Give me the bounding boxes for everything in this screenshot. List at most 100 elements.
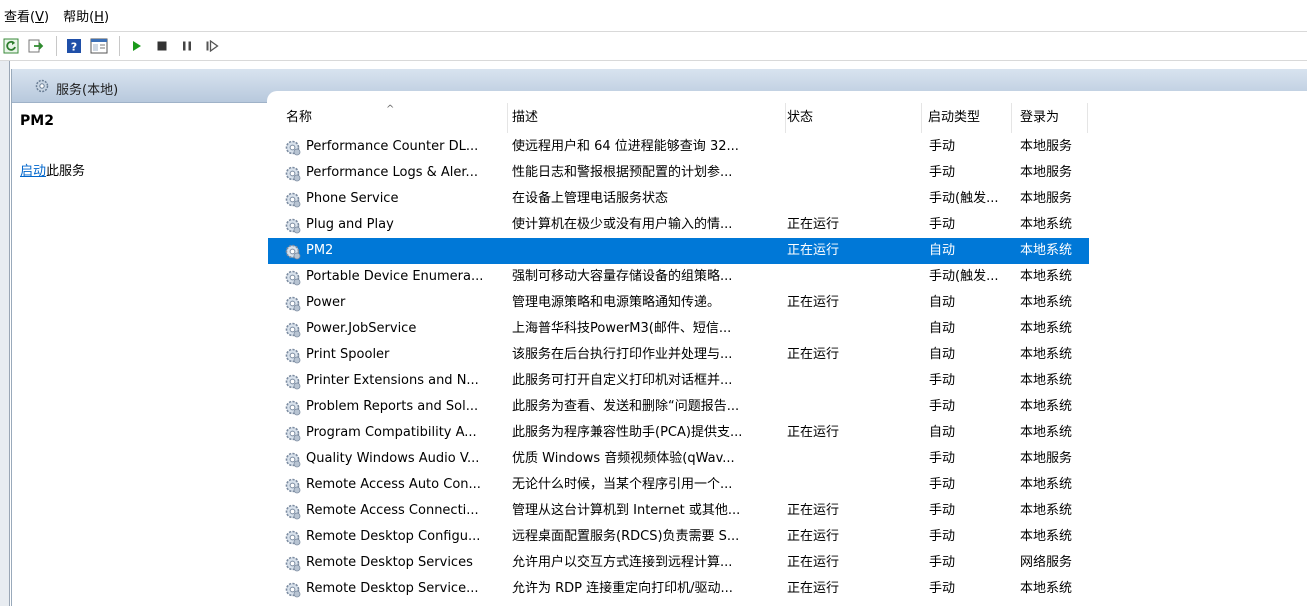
service-startup-type-cell: 自动 bbox=[929, 347, 956, 362]
service-startup-type-cell: 手动(触发... bbox=[929, 269, 999, 284]
service-row[interactable]: Problem Reports and Sol... 此服务为查看、发送和删除“问… bbox=[268, 394, 1089, 420]
service-startup-type-cell: 自动 bbox=[929, 425, 956, 440]
column-header-logon-as[interactable]: 登录为 bbox=[1012, 103, 1088, 133]
service-startup-type-cell: 手动 bbox=[929, 451, 956, 466]
service-name-cell: Performance Logs & Aler... bbox=[306, 165, 478, 180]
service-startup-type-cell: 手动 bbox=[929, 477, 956, 492]
service-status-cell bbox=[787, 134, 907, 160]
service-description-cell: 上海普华科技PowerM3(邮件、短信... bbox=[512, 321, 732, 336]
service-name-cell: Program Compatibility A... bbox=[306, 425, 477, 440]
service-status-cell bbox=[787, 472, 907, 498]
service-status-cell: 正在运行 bbox=[787, 347, 840, 362]
service-name-cell: Power bbox=[306, 295, 346, 310]
service-name-cell: Remote Desktop Configu... bbox=[306, 529, 481, 544]
menu-view-key: V bbox=[35, 9, 44, 25]
toolbar-separator bbox=[56, 36, 57, 56]
service-name-cell: Problem Reports and Sol... bbox=[306, 399, 479, 414]
menu-view[interactable]: 查看(V) bbox=[4, 6, 49, 25]
service-logon-as-cell: 本地系统 bbox=[1020, 425, 1073, 440]
service-row[interactable]: PM2 正在运行 自动 本地系统 bbox=[268, 238, 1089, 264]
column-header-description[interactable]: 描述 bbox=[508, 103, 786, 133]
toolbar: ? bbox=[0, 31, 1307, 61]
column-header-description-label: 描述 bbox=[512, 110, 539, 125]
service-row[interactable]: Remote Access Auto Con... 无论什么时候，当某个程序引用一… bbox=[268, 472, 1089, 498]
column-headers: 名称 ^ 描述 状态 启动类型 登录为 bbox=[268, 103, 1088, 133]
service-row[interactable]: Performance Logs & Aler... 性能日志和警报根据预配置的计… bbox=[268, 160, 1089, 186]
panel-header-title: 服务(本地) bbox=[34, 78, 118, 98]
properties-icon[interactable] bbox=[88, 35, 110, 57]
service-row[interactable]: Remote Desktop Configu... 远程桌面配置服务(RDCS)负… bbox=[268, 524, 1089, 550]
start-service-icon[interactable] bbox=[126, 35, 148, 57]
service-status-cell: 正在运行 bbox=[787, 295, 840, 310]
export-icon[interactable] bbox=[25, 35, 47, 57]
restart-service-icon[interactable] bbox=[201, 35, 223, 57]
service-description-cell: 允许用户以交互方式连接到远程计算... bbox=[512, 555, 733, 570]
service-description-cell: 性能日志和警报根据预配置的计划参... bbox=[512, 165, 733, 180]
service-status-cell bbox=[787, 186, 907, 212]
service-description-cell: 无论什么时候，当某个程序引用一个... bbox=[512, 477, 733, 492]
service-status-cell: 正在运行 bbox=[787, 555, 840, 570]
service-row[interactable]: Quality Windows Audio V... 优质 Windows 音频视… bbox=[268, 446, 1089, 472]
stop-service-icon[interactable] bbox=[151, 35, 173, 57]
service-name-cell: Remote Desktop Services bbox=[306, 555, 473, 570]
service-logon-as-cell: 本地服务 bbox=[1020, 191, 1073, 206]
service-name-cell: Quality Windows Audio V... bbox=[306, 451, 480, 466]
service-description-cell: 在设备上管理电话服务状态 bbox=[512, 191, 669, 206]
service-row[interactable]: Remote Access Connecti... 管理从这台计算机到 Inter… bbox=[268, 498, 1089, 524]
service-row[interactable]: Program Compatibility A... 此服务为程序兼容性助手(PC… bbox=[268, 420, 1089, 446]
service-description-cell bbox=[512, 238, 777, 264]
service-logon-as-cell: 本地系统 bbox=[1020, 373, 1073, 388]
service-name-cell: Print Spooler bbox=[306, 347, 390, 362]
service-row[interactable]: Power 管理电源策略和电源策略通知传递。 正在运行 自动 本地系统 bbox=[268, 290, 1089, 316]
service-startup-type-cell: 手动 bbox=[929, 581, 956, 596]
menu-help[interactable]: 帮助(H) bbox=[63, 6, 109, 25]
service-status-cell bbox=[787, 446, 907, 472]
service-name-cell: Remote Access Connecti... bbox=[306, 503, 479, 518]
service-logon-as-cell: 本地系统 bbox=[1020, 477, 1073, 492]
service-logon-as-cell: 本地系统 bbox=[1020, 321, 1073, 336]
refresh-icon[interactable] bbox=[0, 35, 22, 57]
service-description-cell: 允许为 RDP 连接重定向打印机/驱动... bbox=[512, 581, 733, 596]
service-row[interactable]: Printer Extensions and N... 此服务可打开自定义打印机对… bbox=[268, 368, 1089, 394]
column-header-name[interactable]: 名称 ^ bbox=[268, 103, 508, 133]
panel-header: 服务(本地) bbox=[12, 69, 1307, 104]
svg-text:?: ? bbox=[71, 41, 77, 54]
start-service-link[interactable]: 启动 bbox=[20, 164, 46, 179]
service-row[interactable]: Portable Device Enumera... 强制可移动大容量存储设备的组… bbox=[268, 264, 1089, 290]
service-startup-type-cell: 手动(触发... bbox=[929, 191, 999, 206]
column-header-name-label: 名称 bbox=[286, 110, 313, 125]
service-logon-as-cell: 本地系统 bbox=[1020, 217, 1073, 232]
column-header-status[interactable]: 状态 bbox=[786, 103, 922, 133]
service-logon-as-cell: 本地系统 bbox=[1020, 581, 1073, 596]
service-description-cell: 使计算机在极少或没有用户输入的情... bbox=[512, 217, 733, 232]
service-row[interactable]: Remote Desktop Services 允许用户以交互方式连接到远程计算.… bbox=[268, 550, 1089, 576]
column-header-startup-type[interactable]: 启动类型 bbox=[922, 103, 1012, 133]
pause-service-icon[interactable] bbox=[176, 35, 198, 57]
service-status-cell bbox=[787, 316, 907, 342]
service-startup-type-cell: 手动 bbox=[929, 139, 956, 154]
service-description-cell: 远程桌面配置服务(RDCS)负责需要 S... bbox=[512, 529, 740, 544]
service-row[interactable]: Remote Desktop Service... 允许为 RDP 连接重定向打印… bbox=[268, 576, 1089, 602]
services-gear-icon bbox=[34, 78, 50, 98]
column-header-startup-type-label: 启动类型 bbox=[928, 110, 981, 125]
service-startup-type-cell: 手动 bbox=[929, 529, 956, 544]
service-name-cell: Portable Device Enumera... bbox=[306, 269, 484, 284]
selected-service-title: PM2 bbox=[20, 113, 54, 129]
service-row[interactable]: Power.JobService 上海普华科技PowerM3(邮件、短信... 自动… bbox=[268, 316, 1089, 342]
service-row[interactable]: Performance Counter DL... 使远程用户和 64 位进程能够… bbox=[268, 134, 1089, 160]
service-row[interactable]: Print Spooler 该服务在后台执行打印作业并处理与... 正在运行 自动 本地… bbox=[268, 342, 1089, 368]
menu-bar: 查看(V) 帮助(H) bbox=[0, 0, 1307, 30]
service-logon-as-cell: 本地系统 bbox=[1020, 347, 1073, 362]
service-row[interactable]: Plug and Play 使计算机在极少或没有用户输入的情... 正在运行 手动 本地… bbox=[268, 212, 1089, 238]
service-startup-type-cell: 手动 bbox=[929, 555, 956, 570]
service-rows: Performance Counter DL... 使远程用户和 64 位进程能够… bbox=[268, 134, 1089, 602]
service-startup-type-cell: 自动 bbox=[929, 243, 956, 258]
start-service-suffix: 此服务 bbox=[46, 164, 86, 179]
column-header-status-label: 状态 bbox=[787, 110, 814, 125]
service-logon-as-cell: 本地系统 bbox=[1020, 503, 1073, 518]
service-row[interactable]: Phone Service 在设备上管理电话服务状态 手动(触发... 本地服务 bbox=[268, 186, 1089, 212]
menu-help-key: H bbox=[94, 9, 104, 25]
sort-ascending-icon: ^ bbox=[386, 104, 395, 115]
service-startup-type-cell: 手动 bbox=[929, 165, 956, 180]
help-icon[interactable]: ? bbox=[63, 35, 85, 57]
